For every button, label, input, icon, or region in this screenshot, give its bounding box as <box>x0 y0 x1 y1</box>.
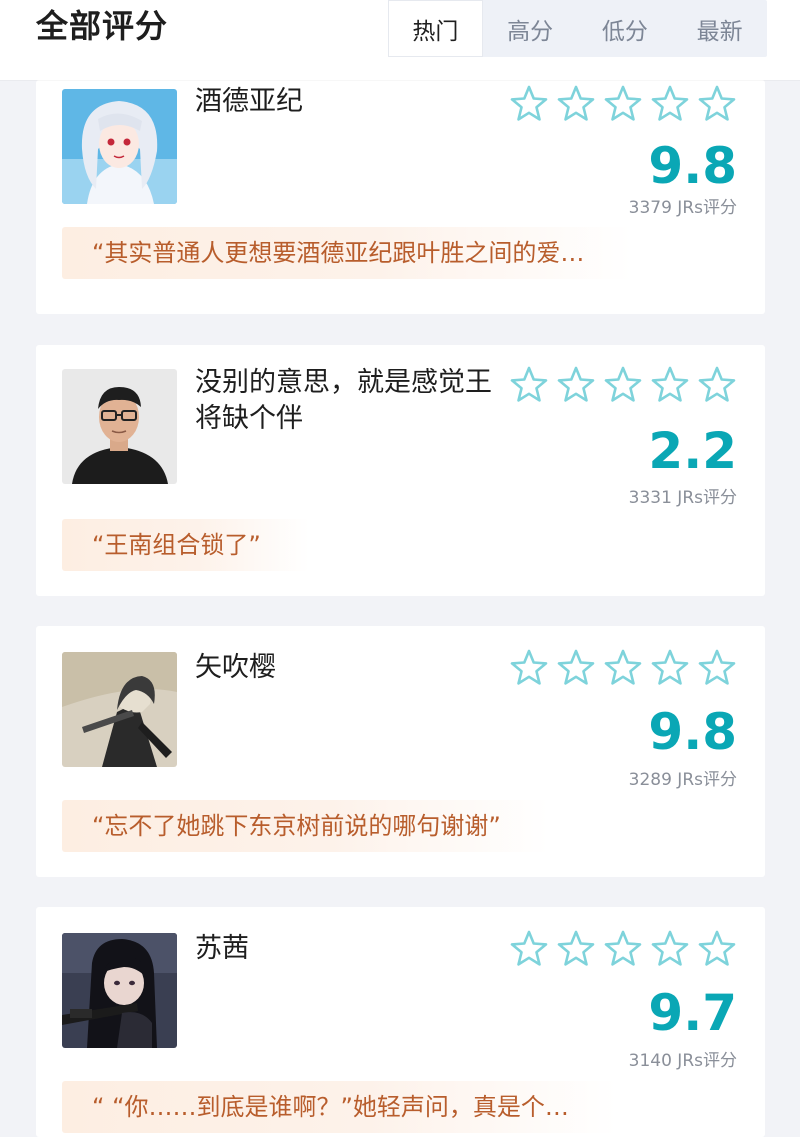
top-bar: 全部评分 热门 高分 低分 最新 <box>0 0 800 80</box>
rating-card[interactable]: 矢吹樱 9.8 3289 JRs评分 “忘不了她跳下东京树前说的哪句谢谢” <box>36 626 765 877</box>
page-title: 全部评分 <box>36 7 169 45</box>
top-comment[interactable]: “王南组合锁了” <box>62 519 309 571</box>
rating-count: 3140 JRs评分 <box>628 1051 737 1071</box>
sketch-girl-avatar <box>62 652 177 767</box>
star-outline-icon[interactable] <box>650 84 690 124</box>
star-outline-icon[interactable] <box>556 84 596 124</box>
average-score: 9.8 <box>648 137 737 195</box>
star-outline-icon[interactable] <box>509 929 549 969</box>
star-outline-icon[interactable] <box>697 365 737 405</box>
star-outline-icon[interactable] <box>697 929 737 969</box>
sort-tabs: 热门 高分 低分 最新 <box>388 0 767 57</box>
rating-count: 3289 JRs评分 <box>628 770 737 790</box>
star-outline-icon[interactable] <box>650 648 690 688</box>
anime-girl-avatar <box>62 89 177 204</box>
top-comment[interactable]: “忘不了她跳下东京树前说的哪句谢谢” <box>62 800 549 852</box>
star-outline-icon[interactable] <box>556 365 596 405</box>
star-outline-icon[interactable] <box>603 929 643 969</box>
star-rating[interactable] <box>509 84 744 124</box>
tab-low-score[interactable]: 低分 <box>578 0 673 57</box>
star-rating[interactable] <box>509 929 744 969</box>
star-outline-icon[interactable] <box>556 929 596 969</box>
man-with-glasses-avatar <box>62 369 177 484</box>
star-outline-icon[interactable] <box>509 365 549 405</box>
rating-card[interactable]: 苏茜 9.7 3140 JRs评分 “ “你……到底是谁啊？”她轻声问，真是个… <box>36 907 765 1137</box>
star-outline-icon[interactable] <box>556 648 596 688</box>
average-score: 9.7 <box>648 984 737 1042</box>
sniper-girl-avatar <box>62 933 177 1048</box>
average-score: 2.2 <box>648 422 737 480</box>
tab-latest[interactable]: 最新 <box>672 0 767 57</box>
star-outline-icon[interactable] <box>603 648 643 688</box>
top-comment[interactable]: “ “你……到底是谁啊？”她轻声问，真是个… <box>62 1081 617 1133</box>
star-outline-icon[interactable] <box>650 929 690 969</box>
star-outline-icon[interactable] <box>650 365 690 405</box>
rating-count: 3379 JRs评分 <box>628 198 737 218</box>
star-rating[interactable] <box>509 648 744 688</box>
star-outline-icon[interactable] <box>603 365 643 405</box>
character-name: 苏茜 <box>195 933 249 964</box>
rating-card[interactable]: 酒德亚纪 9.8 3379 JRs评分 “其实普通人更想要酒德亚纪跟叶胜之间的爱… <box>36 80 765 314</box>
rating-count: 3331 JRs评分 <box>628 488 737 508</box>
star-outline-icon[interactable] <box>697 84 737 124</box>
character-name: 矢吹樱 <box>195 652 276 683</box>
star-outline-icon[interactable] <box>697 648 737 688</box>
star-outline-icon[interactable] <box>603 84 643 124</box>
tab-hot[interactable]: 热门 <box>388 0 483 57</box>
top-comment[interactable]: “其实普通人更想要酒德亚纪跟叶胜之间的爱… <box>62 227 633 279</box>
tab-high-score[interactable]: 高分 <box>483 0 578 57</box>
character-name: 酒德亚纪 <box>195 86 303 117</box>
character-name: 没别的意思，就是感觉王将缺个伴 <box>195 367 492 434</box>
average-score: 9.8 <box>648 703 737 761</box>
rating-card[interactable]: 没别的意思，就是感觉王将缺个伴 2.2 3331 JRs评分 “王南组合锁了” <box>36 345 765 596</box>
star-outline-icon[interactable] <box>509 648 549 688</box>
star-rating[interactable] <box>509 365 744 405</box>
star-outline-icon[interactable] <box>509 84 549 124</box>
